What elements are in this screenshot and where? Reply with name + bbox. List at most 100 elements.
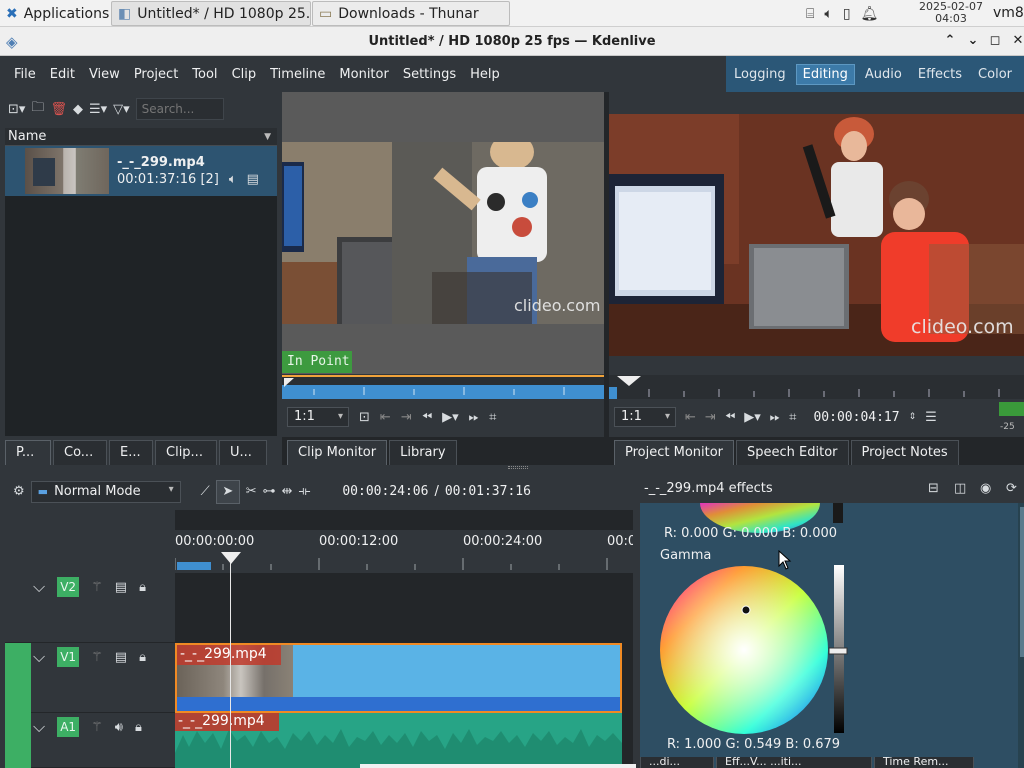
taskbar-window-thunar[interactable]: ▭ Downloads - Thunar — [312, 1, 510, 26]
video-toggle-icon[interactable]: ▤ — [115, 650, 127, 665]
applications-menu[interactable]: ✖ Applications ☰ — [0, 0, 112, 27]
playhead-line[interactable] — [230, 552, 231, 768]
menu-settings[interactable]: Settings — [396, 67, 463, 82]
network-icon[interactable]: ⌸ — [806, 6, 814, 22]
track-header-v1[interactable]: ⌵ V1 ⚚ ▤ 🔒︎ — [31, 643, 175, 713]
menu-monitor[interactable]: Monitor — [332, 67, 395, 82]
collapse-chevron-icon[interactable]: ⌵ — [33, 717, 45, 737]
save-effect-icon[interactable]: ⊟ — [928, 481, 939, 496]
fullscreen-icon[interactable]: ⊡ — [359, 410, 370, 425]
bin-clip-item[interactable]: -_-_299.mp4 00:01:37:16 [2] 🔈︎ ▤ — [5, 146, 277, 196]
timeline-ruler[interactable]: 00:00:00:00 00:00:12:00 00:00:24:00 00:0 — [175, 530, 633, 573]
timeline-video-clip[interactable]: -_-_299.mp4 — [175, 643, 622, 713]
lock-icon[interactable]: 🔒︎ — [139, 650, 146, 665]
razor-tool-icon[interactable]: ✂ — [246, 484, 257, 499]
play-icon[interactable]: ▶▾ — [744, 410, 761, 425]
tab-compositions[interactable]: Co... — [53, 440, 107, 465]
clip-monitor-ruler[interactable] — [282, 375, 604, 399]
set-in-icon[interactable]: ⇤ — [380, 410, 391, 425]
track-header-a1[interactable]: ⌵ A1 ⚚ 🔊︎ 🔒︎ — [31, 713, 175, 768]
collapse-chevron-icon[interactable]: ⌵ — [33, 577, 45, 597]
maximize-icon[interactable]: ◻ — [987, 33, 1003, 49]
bin-search-input[interactable] — [135, 98, 224, 120]
tab-project-monitor[interactable]: Project Monitor — [614, 440, 735, 465]
track-name-v1[interactable]: V1 — [57, 647, 80, 667]
taskbar-window-kdenlive[interactable]: ◧ Untitled* / HD 1080p 25... — [111, 1, 311, 26]
monitor-menu-icon[interactable]: ☰ — [925, 410, 937, 425]
video-icon[interactable]: ▤ — [247, 171, 259, 188]
user-label[interactable]: vm8 — [993, 5, 1024, 21]
layout-logging[interactable]: Logging — [728, 65, 792, 84]
list-view-icon[interactable]: ☰▾ — [89, 102, 107, 117]
tag-icon[interactable]: ◆ — [73, 102, 83, 117]
video-toggle-icon[interactable]: ▤ — [115, 580, 127, 595]
clock[interactable]: 2025-02-07 04:03 — [916, 1, 986, 25]
timeline-audio-clip[interactable]: -_-_299.mp4 — [175, 713, 622, 768]
project-monitor-ruler[interactable] — [609, 375, 1024, 399]
playhead-marker-icon[interactable] — [221, 552, 241, 566]
ripple-tool-icon[interactable]: ⇹ — [282, 484, 293, 499]
menu-edit[interactable]: Edit — [43, 67, 82, 82]
tab-project-notes[interactable]: Project Notes — [850, 440, 959, 465]
effects-wand-icon[interactable]: ⚚ — [91, 720, 103, 735]
timeline-position[interactable]: 00:00:24:06 — [342, 484, 428, 499]
menu-project[interactable]: Project — [127, 67, 185, 82]
filter-icon[interactable]: ▽▾ — [113, 102, 130, 117]
lock-icon[interactable]: 🔒︎ — [135, 720, 142, 735]
compare-icon[interactable]: ◫ — [954, 481, 966, 496]
track-name-a1[interactable]: A1 — [57, 717, 80, 737]
track-target-v1[interactable] — [5, 643, 31, 713]
edit-mode-select[interactable]: ▬ Normal Mode — [30, 480, 181, 503]
project-zoom-select[interactable]: 1:1 — [614, 407, 676, 427]
menu-clip[interactable]: Clip — [225, 67, 264, 82]
slide-tool-icon[interactable]: ⟛ — [299, 484, 311, 499]
set-out-icon[interactable]: ⇥ — [401, 410, 412, 425]
audio-toggle-icon[interactable]: 🔊︎ — [115, 720, 123, 735]
layout-audio[interactable]: Audio — [859, 65, 908, 84]
tab-audio-mixer[interactable]: ...di... — [640, 757, 714, 768]
tab-effects[interactable]: E... — [109, 440, 153, 465]
menu-help[interactable]: Help — [463, 67, 507, 82]
tab-clip-monitor[interactable]: Clip Monitor — [287, 440, 388, 465]
notification-bell-icon[interactable]: 🔔︎ — [861, 6, 879, 22]
layout-color[interactable]: Color — [972, 65, 1018, 84]
spacer-tool-icon[interactable]: ⟋ — [201, 484, 210, 499]
tab-library[interactable]: Library — [389, 440, 457, 465]
tab-clip-properties[interactable]: Clip... — [155, 440, 217, 465]
minimize-icon[interactable]: ⌃ — [942, 33, 958, 49]
shade-icon[interactable]: ⌄ — [965, 33, 981, 49]
timecode-spin-icon[interactable]: ⇕ — [909, 412, 917, 422]
effect-settings-icon[interactable]: ⟳ — [1006, 481, 1017, 496]
track-header-v2[interactable]: ⌵ V2 ⚚ ▤ 🔒︎ — [5, 573, 175, 643]
tab-time-remapping[interactable]: Time Rem... — [874, 757, 974, 768]
layout-editing[interactable]: Editing — [795, 63, 855, 85]
splitter-handle[interactable] — [508, 466, 528, 469]
track-name-v2[interactable]: V2 — [57, 577, 80, 597]
tab-undo-history[interactable]: U... — [219, 440, 267, 465]
forward-icon[interactable]: ⏩︎ — [469, 410, 479, 425]
tab-project-bin[interactable]: P... — [5, 440, 51, 465]
audio-icon[interactable]: 🔈︎ — [229, 171, 237, 188]
set-in-icon[interactable]: ⇤ — [685, 410, 696, 425]
rewind-icon[interactable]: ⏪︎ — [422, 410, 432, 425]
play-icon[interactable]: ▶▾ — [442, 410, 459, 425]
menu-timeline[interactable]: Timeline — [263, 67, 332, 82]
add-clip-icon[interactable]: ⊡▾ — [8, 102, 25, 117]
close-icon[interactable]: ✕ — [1010, 33, 1024, 49]
forward-icon[interactable]: ⏩︎ — [770, 410, 780, 425]
set-out-icon[interactable]: ⇥ — [705, 410, 716, 425]
tab-effect-stack[interactable]: Eff...V... ...iti... — [716, 757, 872, 768]
window-titlebar[interactable]: ◈ Untitled* / HD 1080p 25 fps — Kdenlive… — [0, 27, 1024, 56]
menu-file[interactable]: File — [7, 67, 43, 82]
delete-icon[interactable]: 🗑︎ — [50, 102, 67, 117]
volume-icon[interactable]: 🔈︎ — [824, 6, 832, 22]
track-v2[interactable] — [175, 573, 633, 643]
clip-zoom-select[interactable]: 1:1 — [287, 407, 349, 427]
rewind-icon[interactable]: ⏪︎ — [725, 410, 735, 425]
slip-tool-icon[interactable]: ⊶ — [263, 484, 276, 499]
effects-scroll-thumb[interactable] — [1020, 507, 1024, 657]
add-folder-icon[interactable]: 🗀︎ — [31, 98, 44, 120]
effects-wand-icon[interactable]: ⚚ — [91, 580, 103, 595]
selection-tool-icon[interactable]: ➤ — [215, 479, 240, 504]
crop-icon[interactable]: ⌗ — [489, 410, 496, 425]
